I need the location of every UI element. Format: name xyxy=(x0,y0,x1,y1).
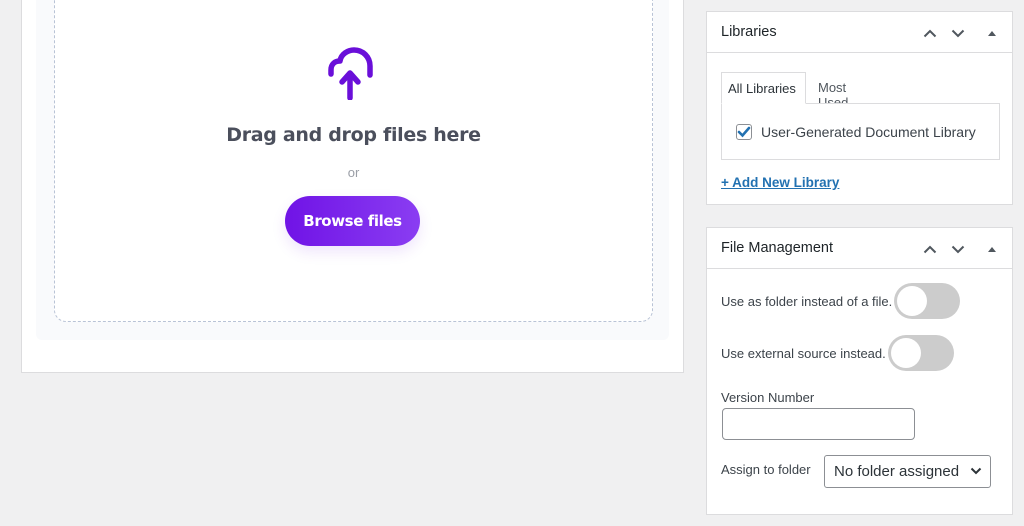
folder-select-value: No folder assigned xyxy=(834,463,960,480)
file-management-title: File Management xyxy=(721,240,834,256)
upload-area: Drag and drop files here or Browse files xyxy=(36,0,669,340)
move-up-icon[interactable] xyxy=(919,238,941,260)
checkmark-icon xyxy=(737,126,751,138)
list-item[interactable]: User-Generated Document Library xyxy=(736,124,976,140)
external-toggle-row: Use external source instead. xyxy=(721,335,954,371)
toggle-knob xyxy=(897,286,928,316)
chevron-down-icon xyxy=(970,467,982,475)
tab-most-used[interactable]: Most Used xyxy=(812,72,854,110)
external-toggle-label: Use external source instead. xyxy=(721,345,886,361)
libraries-header: Libraries xyxy=(707,12,1012,53)
move-up-icon[interactable] xyxy=(919,22,941,44)
version-number-label: Version Number xyxy=(721,390,815,405)
libraries-title: Libraries xyxy=(721,24,777,40)
browse-files-button[interactable]: Browse files xyxy=(285,196,420,246)
move-down-icon[interactable] xyxy=(947,238,969,260)
version-number-input[interactable] xyxy=(722,408,915,440)
folder-toggle[interactable] xyxy=(894,283,961,319)
folder-toggle-row: Use as folder instead of a file. xyxy=(721,283,961,319)
assign-folder-label: Assign to folder xyxy=(721,462,811,477)
library-list: User-Generated Document Library xyxy=(721,103,1000,160)
drop-title: Drag and drop files here xyxy=(226,124,481,146)
file-management-header: File Management xyxy=(707,228,1012,269)
folder-toggle-label: Use as folder instead of a file. xyxy=(721,293,893,309)
cloud-upload-icon xyxy=(328,47,373,100)
dropzone[interactable]: Drag and drop files here or Browse files xyxy=(54,0,653,322)
or-separator: or xyxy=(347,165,360,180)
toggle-panel-icon[interactable] xyxy=(981,238,1003,260)
library-label: User-Generated Document Library xyxy=(761,124,976,140)
file-management-box: File Management Use as folder instead of… xyxy=(706,227,1013,515)
tab-all-libraries[interactable]: All Libraries xyxy=(721,72,806,104)
assign-folder-select[interactable]: No folder assigned xyxy=(824,455,991,488)
add-new-library-link[interactable]: + Add New Library xyxy=(721,175,839,190)
upload-panel: Drag and drop files here or Browse files xyxy=(21,0,684,373)
libraries-box: Libraries All Libraries Most Used User-G… xyxy=(706,11,1013,205)
external-source-toggle[interactable] xyxy=(887,335,954,371)
toggle-panel-icon[interactable] xyxy=(981,22,1003,44)
move-down-icon[interactable] xyxy=(947,22,969,44)
toggle-knob xyxy=(890,338,921,368)
library-checkbox[interactable] xyxy=(736,124,752,140)
